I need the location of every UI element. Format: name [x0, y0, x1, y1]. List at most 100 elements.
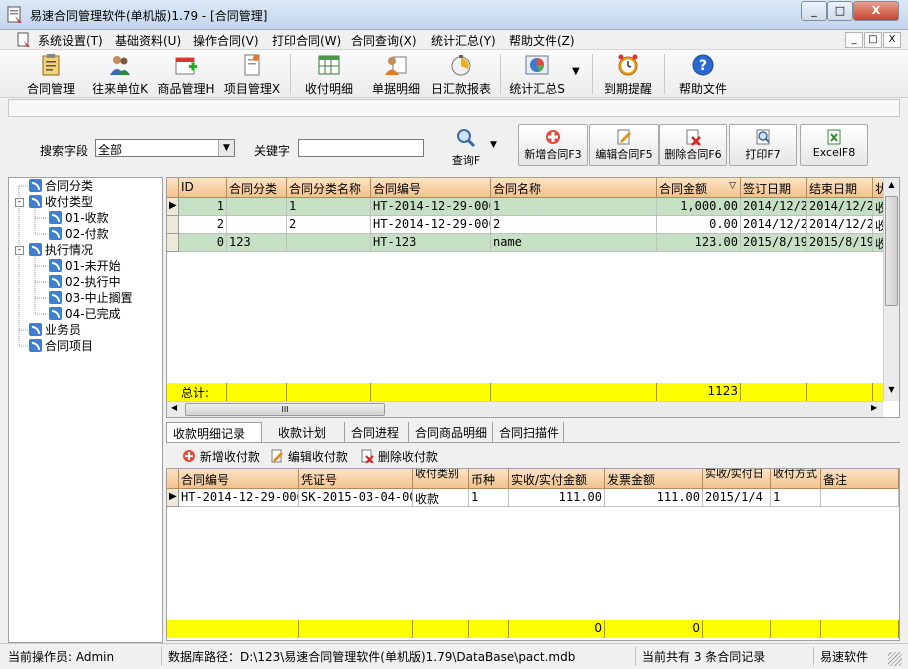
chevron-down-icon[interactable]: ▼ [218, 140, 234, 156]
mdi-minimize-button[interactable]: _ [845, 32, 863, 48]
tree-node-in-progress[interactable]: 02-执行中 [49, 274, 121, 290]
column-header-contract-name[interactable]: 合同名称 [491, 178, 657, 198]
row-indicator[interactable]: ▶ [167, 489, 179, 507]
table-cell[interactable]: 0 [179, 234, 227, 252]
search-field-select[interactable]: 全部 ▼ [95, 139, 235, 157]
contract-management-button[interactable]: 合同管理 [20, 52, 82, 96]
edit-payment-button[interactable]: 编辑收付款 [270, 448, 348, 465]
column-header-category-name[interactable]: 合同分类名称 [287, 178, 371, 198]
horizontal-scroll-thumb[interactable]: III [185, 403, 385, 416]
expiry-reminder-button[interactable]: 到期提醒 [598, 52, 658, 96]
table-cell[interactable]: 2015/1/4 [703, 489, 771, 507]
table-cell[interactable]: 2 [287, 216, 371, 234]
project-management-button[interactable]: 项目管理X [222, 52, 282, 96]
document-details-button[interactable]: 单据明细 [366, 52, 426, 96]
column-header-voucher-no[interactable]: 凭证号 [299, 469, 413, 489]
scroll-left-icon[interactable]: ◀ [171, 403, 177, 412]
table-cell[interactable]: HT-2014-12-29-000 [371, 216, 491, 234]
scroll-right-icon[interactable]: ▶ [871, 403, 877, 412]
table-cell[interactable]: 1,000.00 [657, 198, 741, 216]
menu-help[interactable]: 帮助文件(Z) [509, 32, 575, 49]
column-header-actual-date[interactable]: 实收/实付日 [703, 469, 771, 489]
help-button[interactable]: ? 帮助文件 [672, 52, 734, 96]
table-cell[interactable]: name [491, 234, 657, 252]
menu-contract-ops[interactable]: 操作合同(V) [193, 32, 259, 49]
table-cell[interactable]: 1 [179, 198, 227, 216]
table-cell[interactable]: 111.00 [509, 489, 605, 507]
column-header-contract-no[interactable]: 合同编号 [179, 469, 299, 489]
tree-node-receive[interactable]: 01-收款 [49, 210, 109, 226]
query-button[interactable]: 查询F [444, 128, 488, 172]
table-cell[interactable]: 2014/12/2 [741, 198, 807, 216]
column-header-category[interactable]: 合同分类 [227, 178, 287, 198]
delete-payment-button[interactable]: 删除收付款 [360, 448, 438, 465]
table-cell[interactable]: 收款 [413, 489, 469, 507]
table-cell[interactable]: HT-2014-12-29-000 [179, 489, 299, 507]
partner-units-button[interactable]: 往来单位K [88, 52, 152, 96]
table-cell[interactable]: 2014/12/2 [807, 216, 873, 234]
table-cell[interactable]: 2014/12/2 [741, 216, 807, 234]
tree-node-suspended[interactable]: 03-中止搁置 [49, 290, 133, 306]
resize-grip-icon[interactable] [888, 652, 902, 666]
statistics-dropdown-icon[interactable]: ▼ [572, 66, 580, 77]
maximize-button[interactable]: □ [827, 1, 853, 21]
tree-node-contract-project[interactable]: 合同项目 [29, 338, 93, 354]
vertical-scroll-thumb[interactable] [885, 196, 898, 306]
table-cell[interactable]: 2015/8/19 [741, 234, 807, 252]
column-header-actual-amount[interactable]: 实收/实付金额 [509, 469, 605, 489]
keyword-input[interactable] [298, 139, 424, 157]
tree-node-contract-category[interactable]: 合同分类 [29, 178, 93, 194]
table-cell[interactable]: HT-2014-12-29-000 [371, 198, 491, 216]
column-header-invoice-amount[interactable]: 发票金额 [605, 469, 703, 489]
column-header-payment-category[interactable]: 收付类别 [413, 469, 469, 489]
column-header-payment-method[interactable]: 收付方式 [771, 469, 821, 489]
scroll-down-icon[interactable]: ▼ [886, 385, 897, 397]
collapse-toggle[interactable]: - [15, 198, 24, 207]
mdi-restore-button[interactable]: □ [864, 32, 882, 48]
table-cell[interactable] [227, 216, 287, 234]
horizontal-scrollbar[interactable]: ◀ III ▶ [167, 401, 883, 417]
tab-payment-plan[interactable]: 收款计划 [272, 422, 344, 442]
table-cell[interactable]: 1 [469, 489, 509, 507]
tab-contract-progress[interactable]: 合同进程 [344, 422, 408, 442]
menu-contract-query[interactable]: 合同查询(X) [351, 32, 417, 49]
tree-node-execution-status[interactable]: 执行情况 [29, 242, 93, 258]
table-cell[interactable]: 2014/12/2 [807, 198, 873, 216]
payment-details-button[interactable]: 收付明细 [298, 52, 360, 96]
mdi-close-button[interactable]: X [883, 32, 901, 48]
table-cell[interactable]: 1 [771, 489, 821, 507]
add-contract-button[interactable]: 新增合同F3 [518, 124, 588, 166]
collapse-toggle[interactable]: - [15, 246, 24, 255]
tree-node-salesperson[interactable]: 业务员 [29, 322, 81, 338]
tab-contract-products[interactable]: 合同商品明细 [408, 422, 494, 442]
column-header-amount[interactable]: 合同金额 ▽ [657, 178, 741, 198]
menu-print-contract[interactable]: 打印合同(W) [272, 32, 341, 49]
column-header-id[interactable]: ID [179, 178, 227, 198]
column-header-end-date[interactable]: 结束日期 [807, 178, 873, 198]
table-cell[interactable]: 2015/8/19 [807, 234, 873, 252]
row-indicator[interactable] [167, 216, 179, 234]
row-indicator[interactable]: ▶ [167, 198, 179, 216]
column-header-remarks[interactable]: 备注 [821, 469, 899, 489]
menu-system-settings[interactable]: 系统设置(T) [38, 32, 103, 49]
table-cell[interactable] [227, 198, 287, 216]
tab-contract-scans[interactable]: 合同扫描件 [492, 422, 564, 442]
excel-export-button[interactable]: ExcelF8 [800, 124, 868, 166]
row-indicator[interactable] [167, 234, 179, 252]
tree-node-not-started[interactable]: 01-未开始 [49, 258, 121, 274]
column-header-currency[interactable]: 币种 [469, 469, 509, 489]
tree-node-pay[interactable]: 02-付款 [49, 226, 109, 242]
table-cell[interactable]: 1 [491, 198, 657, 216]
product-management-button[interactable]: 商品管理H [156, 52, 216, 96]
scroll-up-icon[interactable]: ▲ [886, 180, 897, 192]
column-header-contract-no[interactable]: 合同编号 [371, 178, 491, 198]
table-cell[interactable]: 123.00 [657, 234, 741, 252]
table-cell[interactable]: 0.00 [657, 216, 741, 234]
table-cell[interactable]: 111.00 [605, 489, 703, 507]
menu-basic-data[interactable]: 基础资料(U) [115, 32, 181, 49]
daily-report-button[interactable]: 日汇款报表 [428, 52, 494, 96]
table-cell[interactable]: HT-123 [371, 234, 491, 252]
table-cell[interactable]: 2 [179, 216, 227, 234]
table-cell[interactable] [821, 489, 899, 507]
delete-contract-button[interactable]: 删除合同F6 [659, 124, 727, 166]
